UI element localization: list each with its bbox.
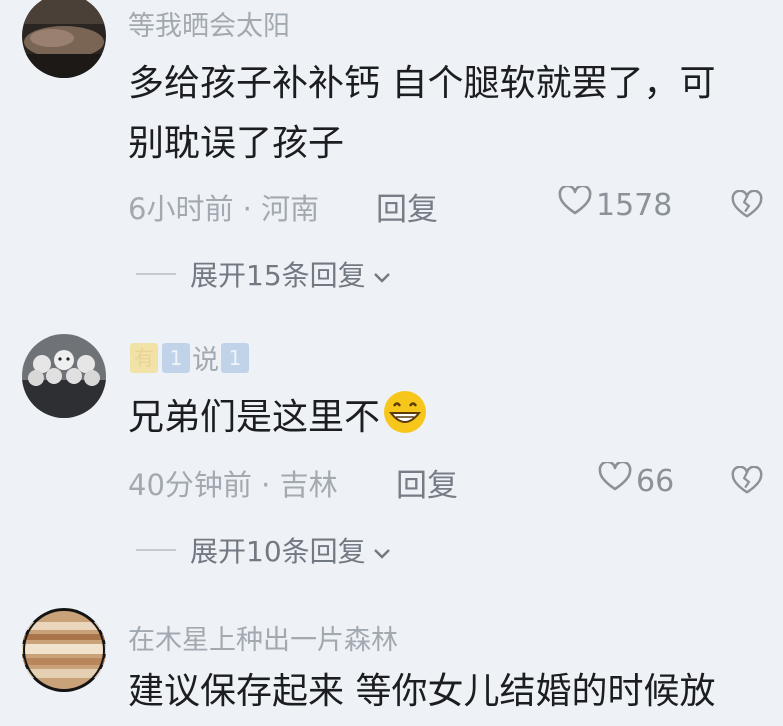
separator: · <box>242 192 252 226</box>
username[interactable]: 等我晒会太阳 <box>128 4 290 43</box>
broken-heart-icon[interactable] <box>731 189 763 222</box>
like-button[interactable]: 1578 <box>558 184 673 224</box>
like-count: 1578 <box>596 187 673 223</box>
username[interactable]: 在木星上种出一片森林 <box>128 618 398 657</box>
username-text: 说 <box>192 345 219 376</box>
comment-item: 有1说1 兄弟们是这里不 40分钟前 · 吉林 回复 66 展开10条回复 <box>0 320 783 600</box>
username[interactable]: 有1说1 <box>128 338 251 377</box>
comment-text: 兄弟们是这里不 <box>128 388 753 454</box>
expand-replies-button[interactable]: 展开10条回复 <box>136 530 392 570</box>
divider <box>136 549 176 551</box>
location: 吉林 <box>279 468 338 502</box>
expand-replies-label: 展开10条回复 <box>190 535 366 568</box>
comment-text: 多给孩子补补钙 自个腿软就罢了，可 <box>128 63 716 104</box>
like-button[interactable]: 66 <box>598 460 675 500</box>
level-badge: 1 <box>221 342 249 373</box>
reply-button[interactable]: 回复 <box>376 184 438 229</box>
avatar[interactable] <box>22 608 106 692</box>
like-count: 66 <box>636 463 675 499</box>
timestamp: 40分钟前 <box>128 468 252 502</box>
divider <box>136 273 176 275</box>
avatar[interactable] <box>22 0 106 78</box>
avatar[interactable] <box>22 334 106 418</box>
expand-replies-button[interactable]: 展开15条回复 <box>136 254 392 294</box>
heart-outline-icon <box>558 184 592 224</box>
level-badge: 有 <box>130 342 158 373</box>
separator: · <box>261 468 271 502</box>
comment-text: 建议保存起来 等你女儿结婚的时候放 <box>128 671 716 712</box>
level-badge: 1 <box>162 342 190 373</box>
chevron-down-icon <box>372 258 392 291</box>
grinning-face-emoji <box>382 389 428 454</box>
heart-outline-icon <box>598 460 632 500</box>
comment-meta: 6小时前 · 河南 <box>128 186 319 228</box>
broken-heart-icon[interactable] <box>731 465 763 498</box>
comment-meta: 40分钟前 · 吉林 <box>128 462 338 504</box>
chevron-down-icon <box>372 534 392 567</box>
timestamp: 6小时前 <box>128 192 234 226</box>
comment-item: 等我晒会太阳 多给孩子补补钙 自个腿软就罢了，可 别耽误了孩子 6小时前 · 河… <box>0 0 783 300</box>
comment-text-content: 兄弟们是这里不 <box>128 397 381 438</box>
comment-text: 别耽误了孩子 <box>128 123 345 164</box>
expand-replies-label: 展开15条回复 <box>190 259 366 292</box>
comment-item: 在木星上种出一片森林 建议保存起来 等你女儿结婚的时候放 <box>0 600 783 726</box>
location: 河南 <box>261 192 320 226</box>
reply-button[interactable]: 回复 <box>396 460 458 505</box>
